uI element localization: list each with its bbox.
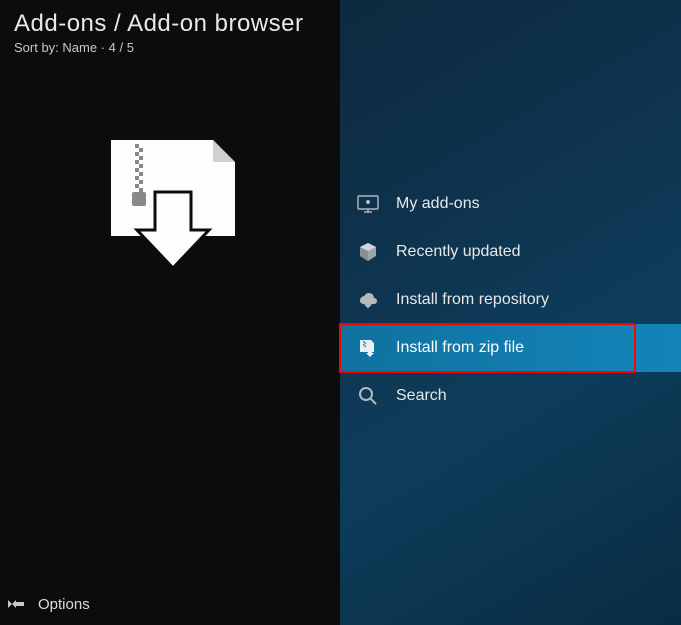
menu-install-repository[interactable]: Install from repository (340, 276, 681, 324)
menu-label: Install from zip file (396, 339, 524, 357)
menu-my-addons[interactable]: My add-ons (340, 180, 681, 228)
options-icon (8, 596, 24, 612)
menu-install-zip[interactable]: Install from zip file (340, 324, 681, 372)
zip-download-icon (0, 130, 340, 270)
monitor-icon (356, 192, 380, 216)
menu-recently-updated[interactable]: Recently updated (340, 228, 681, 276)
menu-label: Search (396, 387, 447, 405)
sort-info: Sort by: Name · 4 / 5 (14, 40, 326, 55)
search-icon (356, 384, 380, 408)
options-label: Options (38, 596, 90, 613)
menu-label: My add-ons (396, 195, 480, 213)
cloud-download-icon (356, 288, 380, 312)
breadcrumb: Add-ons / Add-on browser (14, 10, 326, 38)
box-icon (356, 240, 380, 264)
menu-label: Install from repository (396, 291, 549, 309)
menu-search[interactable]: Search (340, 372, 681, 420)
options-button[interactable]: Options (0, 583, 340, 625)
menu-label: Recently updated (396, 243, 521, 261)
zip-file-icon (356, 336, 380, 360)
